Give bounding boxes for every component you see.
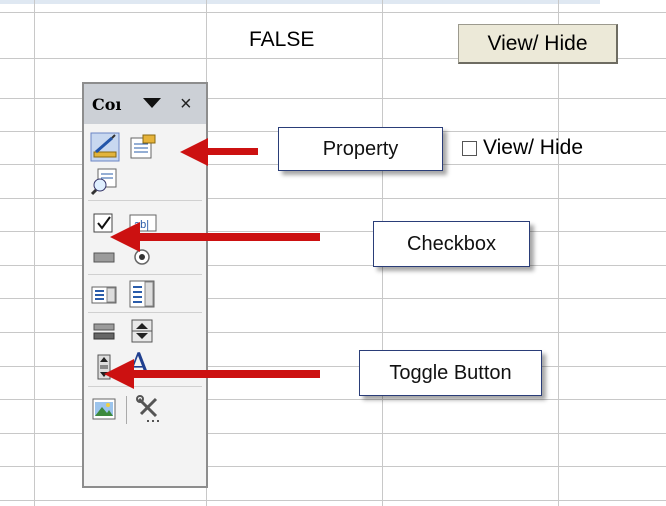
toggle-button-tool-icon[interactable] <box>90 316 120 346</box>
scrollbar-tool-icon[interactable] <box>90 352 120 382</box>
listbox-tool-icon[interactable] <box>90 280 120 310</box>
view-code-icon[interactable] <box>90 166 120 196</box>
svg-text:ab|: ab| <box>134 219 149 231</box>
callout-toggle-button: Toggle Button <box>359 350 542 396</box>
spin-button-tool-icon[interactable] <box>128 316 158 346</box>
combobox-tool-icon[interactable] <box>128 278 158 308</box>
toolbox-divider <box>88 200 202 201</box>
control-toolbox: Coı × ab| A <box>82 82 208 488</box>
view-hide-button[interactable]: View/ Hide <box>458 24 618 64</box>
view-hide-checkbox[interactable]: View/ Hide <box>462 136 583 160</box>
close-icon[interactable]: × <box>180 93 192 116</box>
toolbox-titlebar[interactable]: Coı × <box>84 84 206 124</box>
toolbox-title: Coı <box>92 95 122 114</box>
toolbox-divider <box>88 274 202 275</box>
textbox-tool-icon[interactable]: ab| <box>128 208 158 238</box>
cell-false-value[interactable]: FALSE <box>249 28 314 52</box>
command-button-tool-icon[interactable] <box>90 242 120 272</box>
design-mode-icon[interactable] <box>90 132 120 162</box>
checkbox-label: View/ Hide <box>483 136 583 159</box>
callout-property: Property <box>278 127 443 171</box>
callout-checkbox: Checkbox <box>373 221 530 267</box>
toolbar-separator <box>126 396 127 424</box>
label-tool-icon[interactable]: A <box>128 348 158 382</box>
image-tool-icon[interactable] <box>90 394 120 424</box>
more-controls-icon[interactable] <box>134 394 164 424</box>
checkbox-box[interactable] <box>462 140 477 156</box>
checkbox-tool-icon[interactable] <box>90 208 120 238</box>
toolbox-divider <box>88 312 202 313</box>
dropdown-arrow-icon[interactable] <box>142 96 162 114</box>
option-button-tool-icon[interactable] <box>128 242 158 272</box>
properties-icon[interactable] <box>128 132 158 162</box>
toolbox-divider <box>88 386 202 387</box>
